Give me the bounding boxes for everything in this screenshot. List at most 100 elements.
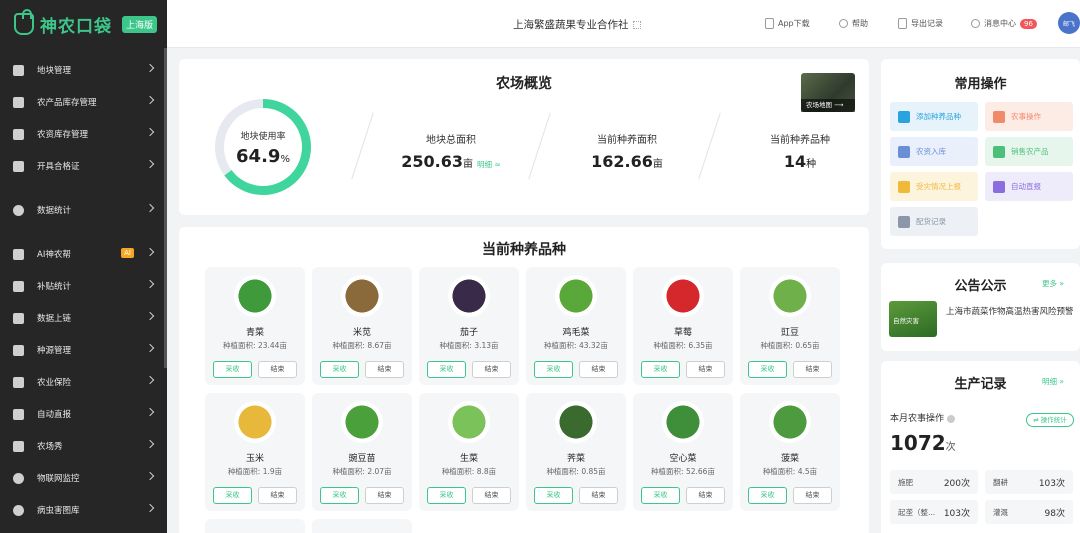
sidebar-item-ai[interactable]: AI神农帮 AI — [0, 238, 167, 270]
sidebar-item-product-inventory[interactable]: 农产品库存管理 — [0, 86, 167, 118]
sidebar-item-land[interactable]: 地块管理 — [0, 54, 167, 86]
crop-card[interactable]: 玉米 种植面积: 1.9亩 采收 结束 — [205, 393, 305, 511]
planting-area-unit: 亩 — [652, 159, 663, 170]
crop-card[interactable]: 菠菜 种植面积: 4.5亩 采收 结束 — [740, 393, 840, 511]
quick-op-button[interactable]: 添加种养品种 — [890, 102, 978, 131]
region-badge: 上海版 — [122, 15, 158, 33]
crop-card[interactable]: 草莓 种植面积: 6.35亩 采收 结束 — [633, 267, 733, 385]
quick-op-button[interactable]: 农资入库 — [890, 137, 978, 166]
farm-map-thumbnail[interactable]: 农场地图 ⟶ — [801, 73, 855, 112]
harvest-button[interactable]: 采收 — [213, 487, 252, 504]
crop-area-prefix: 种植面积: — [441, 467, 475, 476]
avatar[interactable]: 邮飞 — [1058, 12, 1080, 34]
crop-card[interactable] — [312, 519, 412, 533]
message-center-button[interactable]: 消息中心 96 — [971, 18, 1037, 29]
quick-op-button[interactable]: 配货记录 — [890, 207, 978, 236]
harvest-button[interactable]: 采收 — [641, 361, 680, 378]
crop-card[interactable]: 荠菜 种植面积: 0.85亩 采收 结束 — [526, 393, 626, 511]
crop-card[interactable]: 豌豆苗 种植面积: 2.07亩 采收 结束 — [312, 393, 412, 511]
info-icon[interactable] — [947, 414, 956, 423]
export-records-button[interactable]: 导出记录 — [898, 18, 943, 29]
quick-op-icon — [993, 180, 1005, 193]
record-stat: 翻耕 103次 — [985, 470, 1073, 494]
notice-more-link[interactable]: 更多 » — [1042, 278, 1064, 289]
harvest-button[interactable]: 采收 — [213, 361, 252, 378]
finish-button[interactable]: 结束 — [686, 487, 725, 504]
notice-headline[interactable]: 上海市蔬菜作物高温热害风险预警 — [946, 305, 1076, 320]
crop-card[interactable]: 茄子 种植面积: 3.13亩 采收 结束 — [419, 267, 519, 385]
pie-chart-icon — [13, 204, 24, 216]
sidebar-item-subsidy[interactable]: 补贴统计 — [0, 270, 167, 302]
sidebar-item-certificate[interactable]: 开具合格证 — [0, 150, 167, 182]
quick-op-button[interactable]: 农事操作 — [985, 102, 1073, 131]
crop-area-prefix: 种植面积: — [546, 467, 579, 476]
crop-image — [234, 275, 276, 317]
production-detail-link[interactable]: 明细 » — [1042, 376, 1064, 387]
crop-area: 种植面积: 0.65亩 — [740, 340, 840, 351]
org-switcher[interactable]: 上海繁盛蔬果专业合作社 — [513, 17, 641, 32]
help-button[interactable]: 帮助 — [839, 18, 868, 29]
crop-card[interactable]: 米苋 种植面积: 8.67亩 采收 结束 — [312, 267, 412, 385]
harvest-button[interactable]: 采收 — [427, 361, 466, 378]
sidebar-scrollbar[interactable] — [164, 48, 167, 368]
harvest-button[interactable]: 采收 — [534, 487, 573, 504]
harvest-button[interactable]: 采收 — [320, 361, 359, 378]
finish-button[interactable]: 结束 — [258, 361, 297, 378]
finish-button[interactable]: 结束 — [579, 361, 618, 378]
harvest-button[interactable]: 采收 — [641, 487, 680, 504]
crop-card[interactable]: 空心菜 种植面积: 52.66亩 采收 结束 — [633, 393, 733, 511]
crop-card[interactable]: 鸡毛菜 种植面积: 43.32亩 采收 结束 — [526, 267, 626, 385]
crop-card[interactable] — [205, 519, 305, 533]
quick-op-button[interactable]: 受灾情况上报 — [890, 172, 978, 201]
finish-button[interactable]: 结束 — [472, 487, 511, 504]
finish-button[interactable]: 结束 — [472, 361, 511, 378]
notice-thumbnail[interactable]: 自然灾害 — [889, 301, 937, 337]
harvest-button[interactable]: 采收 — [748, 487, 787, 504]
finish-button[interactable]: 结束 — [793, 487, 832, 504]
sidebar-item-pests[interactable]: 病虫害图库 — [0, 494, 167, 526]
sidebar-item-iot[interactable]: 物联网监控 — [0, 462, 167, 494]
crop-area-value: 4.5亩 — [797, 467, 818, 476]
sidebar-item-auto-report[interactable]: 自动直报 — [0, 398, 167, 430]
crop-card[interactable]: 生菜 种植面积: 8.8亩 采收 结束 — [419, 393, 519, 511]
crop-area: 种植面积: 8.8亩 — [419, 466, 519, 477]
finish-button[interactable]: 结束 — [793, 361, 832, 378]
finish-button[interactable]: 结束 — [579, 487, 618, 504]
sidebar-item-label: 数据统计 — [37, 206, 72, 216]
crop-card[interactable]: 豇豆 种植面积: 0.65亩 采收 结束 — [740, 267, 840, 385]
finish-button[interactable]: 结束 — [365, 361, 404, 378]
crop-area: 种植面积: 0.85亩 — [526, 466, 626, 477]
area-detail-link[interactable]: 明细 ≈ — [477, 160, 501, 169]
chevron-right-icon — [145, 247, 155, 257]
finish-button[interactable]: 结束 — [365, 487, 404, 504]
harvest-button[interactable]: 采收 — [320, 487, 359, 504]
record-value: 98次 — [1044, 508, 1065, 519]
sidebar-item-statistics[interactable]: 数据统计 — [0, 194, 167, 226]
sidebar-item-label: 物联网监控 — [37, 474, 80, 484]
harvest-button[interactable]: 采收 — [748, 361, 787, 378]
crop-card[interactable]: 青菜 种植面积: 23.44亩 采收 结束 — [205, 267, 305, 385]
harvest-button[interactable]: 采收 — [427, 487, 466, 504]
operation-stats-button[interactable]: ⇌ 操作统计 — [1026, 413, 1074, 427]
sidebar-item-blockchain[interactable]: 数据上链 — [0, 302, 167, 334]
crop-image — [448, 401, 490, 443]
app-download-button[interactable]: App下载 — [765, 18, 810, 29]
crop-area-value: 23.44亩 — [257, 341, 287, 350]
sidebar-item-label: 种源管理 — [37, 346, 72, 356]
quick-op-label: 添加种养品种 — [916, 112, 961, 121]
camera-icon — [13, 472, 24, 484]
sidebar-item-farm-show[interactable]: 农场秀 — [0, 430, 167, 462]
sidebar-item-seed[interactable]: 种源管理 — [0, 334, 167, 366]
quick-op-button[interactable]: 自动直报 — [985, 172, 1073, 201]
quick-op-button[interactable]: 销售农产品 — [985, 137, 1073, 166]
harvest-button[interactable]: 采收 — [534, 361, 573, 378]
crop-area: 种植面积: 3.13亩 — [419, 340, 519, 351]
sidebar-item-label: 农资库存管理 — [37, 130, 89, 140]
finish-button[interactable]: 结束 — [258, 487, 297, 504]
crop-name: 菠菜 — [780, 454, 799, 464]
finish-button[interactable]: 结束 — [686, 361, 725, 378]
sidebar-item-insurance[interactable]: 农业保险 — [0, 366, 167, 398]
sidebar-item-input-inventory[interactable]: 农资库存管理 — [0, 118, 167, 150]
logo[interactable]: 神农口袋 上海版 — [0, 0, 167, 48]
record-value: 103次 — [1038, 478, 1065, 489]
